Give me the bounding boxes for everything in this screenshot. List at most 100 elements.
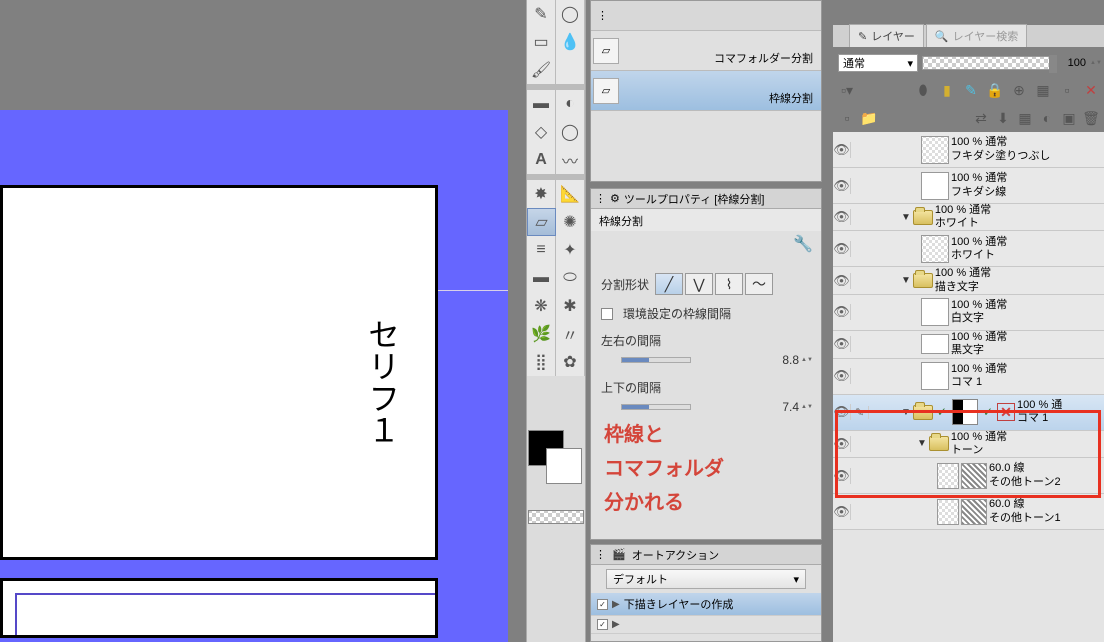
tool-leaf-icon[interactable]: 🌿 [527,320,556,348]
wrench-icon[interactable]: 🔧 [793,234,813,254]
tool-gradient-icon[interactable]: ◐ [556,90,585,118]
transfer-icon[interactable]: ⇄ [972,109,990,127]
subtool-border-split[interactable]: ▱ 枠線分割 [591,71,821,111]
auto-action-item-1[interactable]: ✓ ▶ 下描きレイヤーの作成 [591,593,821,616]
tool-blend-icon[interactable]: 💧 [556,28,585,56]
tool-clover-icon[interactable]: ✿ [556,348,585,376]
ref-icon[interactable]: ⊕ [1010,81,1028,99]
lock-icon[interactable]: 🔒 [986,81,1004,99]
mask-toggle-icon[interactable]: ▫ [1058,81,1076,99]
action-expand-icon[interactable]: ▶ [612,599,620,610]
trash-icon[interactable]: 🗑 [1082,109,1100,127]
visibility-icon[interactable]: 👁 [833,368,851,384]
tool-eraser-icon[interactable]: ▭ [527,28,556,56]
color-swatch[interactable] [528,430,584,486]
lr-spinner[interactable]: ▲▼ [801,357,811,363]
collapse-icon[interactable]: ▼ [901,275,911,286]
layer-folder-koma1-selected[interactable]: 👁✎ ▼ ✓ ✓ ✕ 100 % 通コマ 1 [833,395,1104,431]
grip-icon[interactable]: ⋮ [595,192,606,205]
tb-gap-slider[interactable] [621,404,691,410]
layer-item[interactable]: 👁 100 % 通常フキダシ線 [833,168,1104,204]
opacity-spinner[interactable]: ▲▼ [1090,60,1100,66]
draft-icon[interactable]: ▦ [1034,81,1052,99]
visibility-icon[interactable]: 👁 [833,209,851,225]
collapse-icon[interactable]: ▼ [901,212,911,223]
layer-item-koma1[interactable]: 👁 100 % 通常コマ 1 [833,359,1104,395]
action-checkbox[interactable]: ✓ [597,599,608,610]
merge-icon[interactable]: ⬇ [994,109,1012,127]
layer-item[interactable]: 👁 100 % 通常ホワイト [833,231,1104,267]
tb-spinner[interactable]: ▲▼ [801,404,811,410]
background-color[interactable] [546,448,582,484]
layer-item[interactable]: 👁 100 % 通常白文字 [833,295,1104,331]
highlight-icon[interactable]: ✎ [962,81,980,99]
grip-icon[interactable]: ⋮ [595,548,606,561]
tool-dots-icon[interactable]: ⣿ [527,348,556,376]
layer-folder-text[interactable]: 👁 ▼ 100 % 通常描き文字 [833,267,1104,294]
collapse-icon[interactable]: ▼ [901,407,911,418]
env-gap-checkbox[interactable] [601,308,613,320]
layer-folder-tone[interactable]: 👁 ▼ 100 % 通常トーン [833,431,1104,458]
visibility-icon[interactable]: 👁 [833,178,851,194]
comic-panel-1[interactable]: セリフ１ [0,185,438,560]
auto-action-item-2[interactable]: ✓ ▶ [591,616,821,634]
tool-ellipse-icon[interactable]: ⬭ [556,264,585,292]
transparent-color[interactable] [528,510,584,524]
ink-icon[interactable]: ⬮ [914,81,932,99]
tool-grass-icon[interactable]: 〃 [556,320,585,348]
layer-item-tone2[interactable]: 👁 60.0 線その他トーン2 [833,458,1104,494]
marker-color-icon[interactable]: ▮ [938,81,956,99]
apply-mask-icon[interactable]: ▣ [1060,109,1078,127]
visibility-icon[interactable]: 👁 [833,336,851,352]
tool-sparkle-icon[interactable]: ✦ [556,236,585,264]
tool-deco2-icon[interactable]: ✱ [556,292,585,320]
mask-icon[interactable]: ◐ [1038,109,1056,127]
layer-tab[interactable]: ✎ レイヤー [849,24,924,47]
tool-shape-icon[interactable]: ◇ [527,118,556,146]
ruler-off-icon[interactable]: ✕ [997,403,1015,421]
tool-deco1-icon[interactable]: ❋ [527,292,556,320]
visibility-icon[interactable]: 👁 [833,436,851,452]
subtool-koma-folder-split[interactable]: ▱ コマフォルダー分割 [591,31,821,71]
auto-action-set-select[interactable]: デフォルト▾ [606,569,806,589]
visibility-icon[interactable]: 👁 [833,468,851,484]
comic-panel-2[interactable] [0,578,438,638]
shape-curve-button[interactable]: ⌇ [715,273,743,295]
visibility-icon[interactable]: 👁 [833,142,851,158]
tool-saturated-icon[interactable]: ✸ [527,180,556,208]
combine-icon[interactable]: ▦ [1016,109,1034,127]
koma-mask-thumb[interactable] [952,399,978,425]
layer-item[interactable]: 👁 100 % 通常フキダシ塗りつぶし [833,132,1104,168]
visibility-icon[interactable]: 👁 [833,241,851,257]
tool-ruler-icon[interactable]: 〰 [556,146,585,174]
action-checkbox[interactable]: ✓ [597,619,608,630]
tool-marker-icon[interactable]: ✎ [527,0,556,28]
serif-text[interactable]: セリフ１ [359,318,405,446]
tool-fill-icon[interactable]: ▬ [527,90,556,118]
layer-search-tab[interactable]: 🔍 レイヤー検索 [926,24,1027,47]
shape-free-button[interactable]: 〜 [745,273,773,295]
layer-item-tone1[interactable]: 👁 60.0 線その他トーン1 [833,494,1104,530]
visibility-icon[interactable]: 👁 [833,404,851,420]
new-folder-icon[interactable]: 📁 [860,109,878,127]
opacity-slider[interactable] [922,56,1054,70]
tool-balloon-icon[interactable]: ◯ [556,118,585,146]
layer-item[interactable]: 👁 100 % 通常黒文字 [833,331,1104,359]
tool-stream-icon[interactable]: ≡ [527,236,556,264]
ruler-toggle-icon[interactable]: ✕ [1082,81,1100,99]
tool-frame-icon[interactable]: ▱ [527,208,556,236]
visibility-icon[interactable]: 👁 [833,304,851,320]
visibility-icon[interactable]: 👁 [833,504,851,520]
subtool-grip-icon[interactable]: ⋮ [597,9,608,22]
shape-straight-button[interactable]: ╱ [655,273,683,295]
visibility-icon[interactable]: 👁 [833,273,851,289]
tool-ruler2-icon[interactable]: 📐 [556,180,585,208]
new-layer-icon[interactable]: ▫ [838,109,856,127]
layer-folder-white[interactable]: 👁 ▼ 100 % 通常ホワイト [833,204,1104,231]
tool-rect-icon[interactable]: ▬ [527,264,556,292]
tool-text-icon[interactable]: A [527,146,556,174]
blend-mode-select[interactable]: 通常▾ [838,54,918,72]
tool-brush-icon[interactable]: 🖌 [527,56,556,84]
tool-flash-icon[interactable]: ✺ [556,208,585,236]
shape-poly-button[interactable]: ⋁ [685,273,713,295]
